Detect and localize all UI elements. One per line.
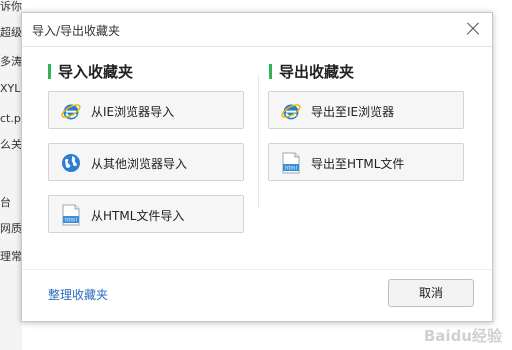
ie-icon: [280, 100, 302, 122]
background-app: [0, 0, 22, 350]
export-to-ie-label: 导出至IE浏览器: [311, 105, 395, 119]
export-to-html-label: 导出至HTML文件: [311, 157, 405, 171]
background-item: 么关: [0, 138, 22, 151]
background-item: 理常: [0, 250, 22, 263]
section-accent-bar: [269, 64, 272, 79]
background-item: 多涛: [0, 55, 22, 68]
import-section-title: 导入收藏夹: [48, 63, 133, 81]
export-to-html-button[interactable]: html 导出至HTML文件: [268, 143, 464, 181]
ie-icon: [60, 100, 82, 122]
footer-divider: [22, 269, 492, 270]
import-section-label: 导入收藏夹: [58, 63, 134, 81]
html-file-icon: html: [280, 152, 302, 174]
svg-text:html: html: [285, 166, 297, 172]
background-item: 诉你: [0, 0, 22, 13]
watermark: Baidu经验: [423, 327, 502, 345]
background-item: 网质: [0, 222, 22, 235]
cancel-button[interactable]: 取消: [388, 279, 474, 307]
section-divider: [258, 75, 259, 208]
section-accent-bar: [48, 64, 51, 79]
globe-icon: [60, 152, 82, 174]
html-file-icon: html: [60, 204, 82, 226]
close-icon[interactable]: [462, 18, 484, 40]
import-from-html-label: 从HTML文件导入: [91, 209, 185, 223]
dialog-title: 导入/导出收藏夹: [32, 24, 121, 38]
import-from-html-button[interactable]: html 从HTML文件导入: [48, 195, 244, 233]
background-item: 超级: [0, 26, 22, 39]
dialog-titlebar: 导入/导出收藏夹: [22, 13, 492, 47]
import-export-favorites-dialog: 导入/导出收藏夹 导入收藏夹 从IE浏览器导入 从其他浏览器导入 html 从H…: [21, 12, 493, 322]
export-section-title: 导出收藏夹: [269, 63, 354, 81]
export-to-ie-button[interactable]: 导出至IE浏览器: [268, 91, 464, 129]
import-from-other-browser-button[interactable]: 从其他浏览器导入: [48, 143, 244, 181]
background-item: 台: [0, 196, 11, 209]
export-section-label: 导出收藏夹: [279, 63, 355, 81]
import-from-other-browser-label: 从其他浏览器导入: [91, 157, 188, 171]
svg-text:html: html: [65, 218, 77, 224]
import-from-ie-button[interactable]: 从IE浏览器导入: [48, 91, 244, 129]
import-from-ie-label: 从IE浏览器导入: [91, 105, 175, 119]
organize-favorites-link[interactable]: 整理收藏夹: [48, 286, 108, 303]
